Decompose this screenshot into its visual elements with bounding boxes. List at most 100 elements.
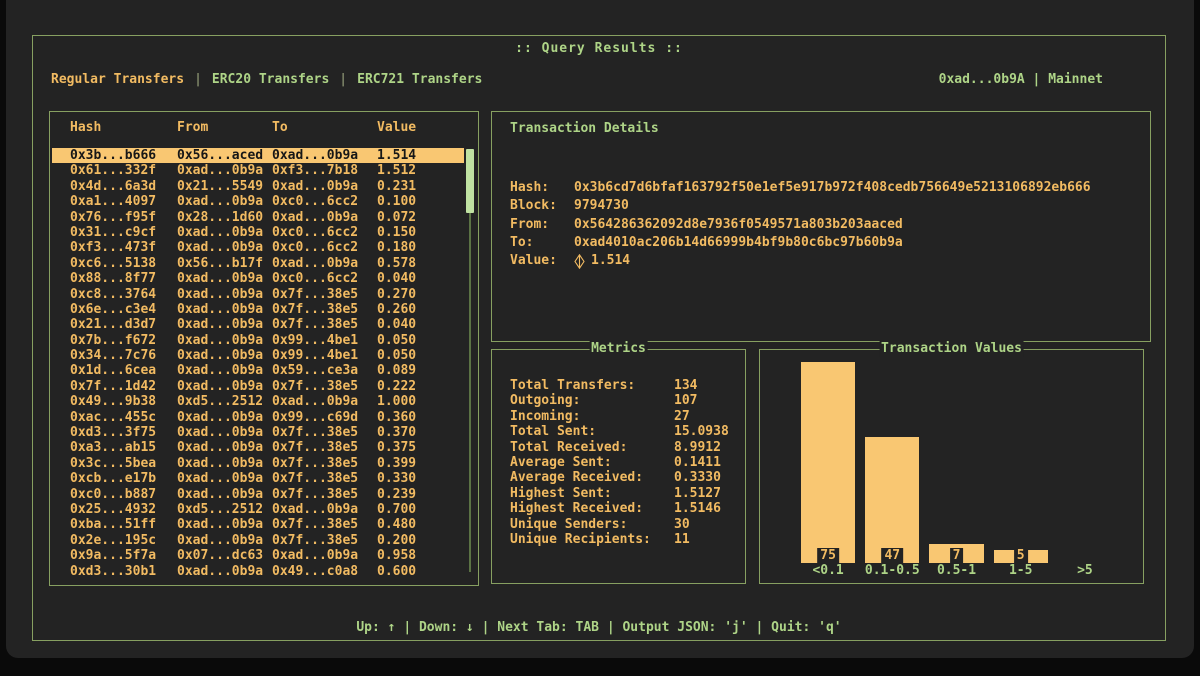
table-row[interactable]: 0x61...332f0xad...0b9a0xf3...7b181.512: [52, 163, 464, 178]
table-row[interactable]: 0x25...49320xd5...25120xad...0b9a0.700: [52, 502, 464, 517]
cell: 0xad...0b9a: [272, 502, 377, 517]
column-header-from: From: [177, 120, 272, 135]
table-row[interactable]: 0xd3...30b10xad...0b9a0x49...c0a80.600: [52, 564, 464, 579]
table-row[interactable]: 0x2e...195c0xad...0b9a0x7f...38e50.200: [52, 533, 464, 548]
table-row[interactable]: 0x4d...6a3d0x21...55490xad...0b9a0.231: [52, 179, 464, 194]
metric-row: Highest Received:1.5146: [510, 501, 739, 516]
cell: 0x7b...f672: [70, 333, 177, 348]
cell: 0x99...c69d: [272, 410, 377, 425]
table-row[interactable]: 0xc8...37640xad...0b9a0x7f...38e50.270: [52, 287, 464, 302]
cell: 0.480: [377, 517, 464, 532]
cell: 0xad...0b9a: [272, 256, 377, 271]
bar-value-label: 47: [881, 548, 903, 563]
table-row[interactable]: 0x7b...f6720xad...0b9a0x99...4be10.050: [52, 333, 464, 348]
cell: 0xc8...3764: [70, 287, 177, 302]
table-row[interactable]: 0xd3...3f750xad...0b9a0x7f...38e50.370: [52, 425, 464, 440]
eth-icon: [574, 254, 585, 269]
field-label: Hash:: [510, 179, 574, 197]
cell: 1.512: [377, 163, 464, 178]
cell: 0xad...0b9a: [177, 379, 272, 394]
table-row[interactable]: 0x9a...5f7a0x07...dc630xad...0b9a0.958: [52, 548, 464, 563]
table-header: HashFromToValue: [52, 120, 476, 135]
table-row[interactable]: 0xcb...e17b0xad...0b9a0x7f...38e50.330: [52, 471, 464, 486]
metric-label: Outgoing:: [510, 393, 674, 408]
axis-tick-label: 1-5: [989, 563, 1053, 579]
cell: 0xd5...2512: [177, 502, 272, 517]
tab-bar-row: Regular Transfers|ERC20 Transfers|ERC721…: [51, 72, 1103, 87]
metric-row: Unique Recipients:11: [510, 532, 739, 547]
metric-row: Average Received:0.3330: [510, 470, 739, 485]
cell: 0.231: [377, 179, 464, 194]
table-row[interactable]: 0x21...d3d70xad...0b9a0x7f...38e50.040: [52, 317, 464, 332]
chart-slot: 70.5-1: [924, 350, 988, 579]
detail-field: From:0x564286362092d8e7936f0549571a803b2…: [510, 216, 1144, 234]
cell: 0x34...7c76: [70, 348, 177, 363]
cell: 0x49...9b38: [70, 394, 177, 409]
cell: 0.375: [377, 440, 464, 455]
tab-separator: |: [339, 72, 347, 87]
cell: 0x25...4932: [70, 502, 177, 517]
metric-value: 1.5127: [674, 486, 721, 501]
cell: 0xd3...3f75: [70, 425, 177, 440]
axis-tick-label: >5: [1053, 563, 1117, 579]
cell: 0xad...0b9a: [177, 271, 272, 286]
metrics-list: Total Transfers:134Outgoing:107Incoming:…: [510, 378, 739, 547]
cell: 0xad...0b9a: [177, 163, 272, 178]
cell: 0x7f...38e5: [272, 425, 377, 440]
metric-label: Total Transfers:: [510, 378, 674, 393]
cell: 0x76...f95f: [70, 210, 177, 225]
table-row[interactable]: 0x6e...c3e40xad...0b9a0x7f...38e50.260: [52, 302, 464, 317]
table-row[interactable]: 0xa1...40970xad...0b9a0xc0...6cc20.100: [52, 194, 464, 209]
field-value: 1.514: [574, 252, 630, 270]
cell: 0.370: [377, 425, 464, 440]
cell: 1.000: [377, 394, 464, 409]
table-row[interactable]: 0xc0...b8870xad...0b9a0x7f...38e50.239: [52, 487, 464, 502]
cell: 0x7f...38e5: [272, 440, 377, 455]
detail-field: Value:1.514: [510, 252, 1144, 270]
table-row[interactable]: 0xac...455c0xad...0b9a0x99...c69d0.360: [52, 410, 464, 425]
table-row[interactable]: 0xf3...473f0xad...0b9a0xc0...6cc20.180: [52, 240, 464, 255]
table-row[interactable]: 0x49...9b380xd5...25120xad...0b9a1.000: [52, 394, 464, 409]
cell: 0.150: [377, 225, 464, 240]
table-row[interactable]: 0xa3...ab150xad...0b9a0x7f...38e50.375: [52, 440, 464, 455]
cell: 0x6e...c3e4: [70, 302, 177, 317]
metric-value: 8.9912: [674, 440, 721, 455]
metric-label: Unique Recipients:: [510, 532, 674, 547]
table-row[interactable]: 0x88...8f770xad...0b9a0xc0...6cc20.040: [52, 271, 464, 286]
metric-row: Total Received:8.9912: [510, 440, 739, 455]
cell: 0xad...0b9a: [177, 564, 272, 579]
metric-row: Total Transfers:134: [510, 378, 739, 393]
cell: 0x3c...5bea: [70, 456, 177, 471]
table-row[interactable]: 0x3b...b6660x56...aced0xad...0b9a1.514: [52, 148, 464, 163]
metric-row: Average Sent:0.1411: [510, 455, 739, 470]
field-value-text: 0x564286362092d8e7936f0549571a803b203aac…: [574, 216, 903, 234]
scrollbar-thumb[interactable]: [466, 149, 474, 213]
metric-value: 30: [674, 517, 690, 532]
table-row[interactable]: 0x1d...6cea0xad...0b9a0x59...ce3a0.089: [52, 363, 464, 378]
cell: 0xc0...6cc2: [272, 271, 377, 286]
cell: 0.200: [377, 533, 464, 548]
metrics-panel: Metrics Total Transfers:134Outgoing:107I…: [491, 349, 746, 584]
table-row[interactable]: 0xba...51ff0xad...0b9a0x7f...38e50.480: [52, 517, 464, 532]
table-row[interactable]: 0x76...f95f0x28...1d600xad...0b9a0.072: [52, 210, 464, 225]
table-row[interactable]: 0x34...7c760xad...0b9a0x99...4be10.050: [52, 348, 464, 363]
cell: 0.578: [377, 256, 464, 271]
bar-value-label: 5: [1014, 548, 1028, 563]
detail-field: Hash:0x3b6cd7d6bfaf163792f50e1ef5e917b97…: [510, 179, 1144, 197]
cell: 0x7f...38e5: [272, 456, 377, 471]
cell: 0xad...0b9a: [177, 363, 272, 378]
table-row[interactable]: 0x7f...1d420xad...0b9a0x7f...38e50.222: [52, 379, 464, 394]
tab-erc721-transfers[interactable]: ERC721 Transfers: [357, 72, 482, 87]
table-row[interactable]: 0x3c...5bea0xad...0b9a0x7f...38e50.399: [52, 456, 464, 471]
table-row[interactable]: 0x31...c9cf0xad...0b9a0xc0...6cc20.150: [52, 225, 464, 240]
chart-slot: >5: [1053, 350, 1117, 579]
table-row[interactable]: 0xc6...51380x56...b17f0xad...0b9a0.578: [52, 256, 464, 271]
axis-tick-label: 0.5-1: [924, 563, 988, 579]
bar-value-label: 75: [817, 548, 839, 563]
tab-regular-transfers[interactable]: Regular Transfers: [51, 72, 184, 87]
field-value: 0x3b6cd7d6bfaf163792f50e1ef5e917b972f408…: [574, 179, 1091, 197]
tab-erc20-transfers[interactable]: ERC20 Transfers: [212, 72, 329, 87]
cell: 0xad...0b9a: [177, 225, 272, 240]
account-badge: 0xad...0b9A | Mainnet: [939, 72, 1103, 87]
table-scrollbar[interactable]: [466, 149, 474, 572]
